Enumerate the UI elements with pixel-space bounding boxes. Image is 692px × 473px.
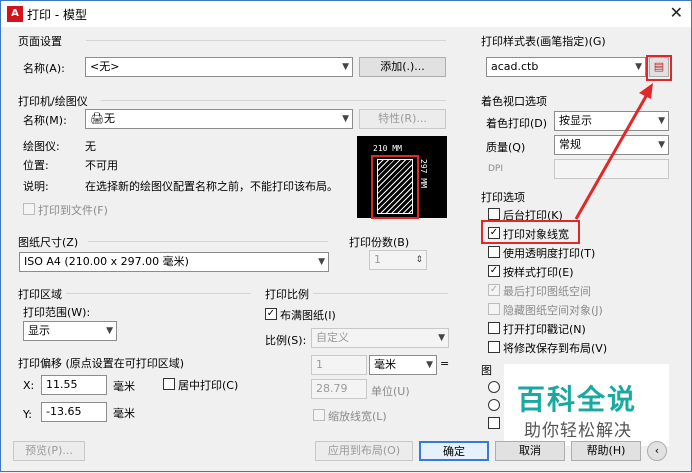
apply-to-layout-button[interactable]: 应用到布局(O) [315, 441, 413, 461]
preview-button[interactable]: 预览(P)... [13, 441, 85, 461]
watermark-title: 百科全说 [517, 383, 638, 416]
chevron-left-icon: ‹ [654, 444, 660, 457]
ok-button[interactable]: 确定 [419, 441, 489, 461]
help-button[interactable]: 帮助(H) [571, 441, 641, 461]
more-options-button[interactable]: ‹ [647, 441, 667, 461]
cancel-button[interactable]: 取消 [495, 441, 565, 461]
watermark-subtitle: 助你轻松解决 [524, 421, 632, 441]
print-dialog: A 打印 - 模型 ✕ 页面设置 名称(A): <无> ▼ 添加(.)... 打印… [0, 0, 692, 472]
